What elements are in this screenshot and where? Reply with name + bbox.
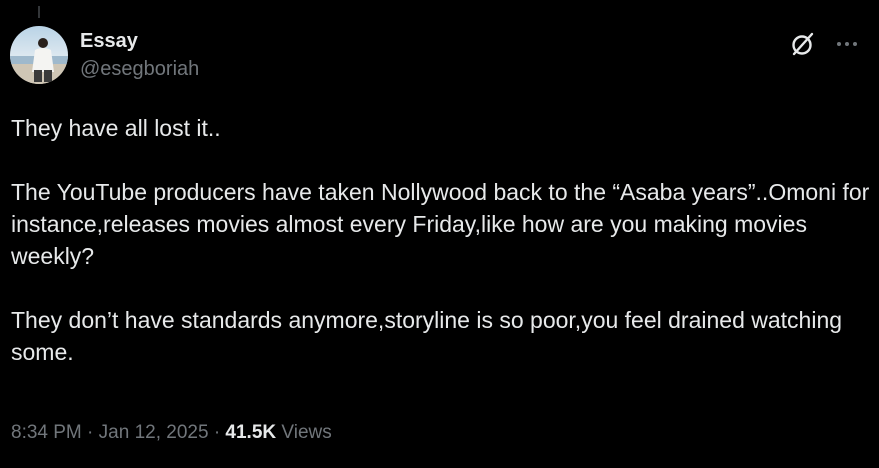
tweet-text: They have all lost it.. The YouTube prod…: [11, 112, 871, 368]
more-horizontal-icon[interactable]: [835, 32, 859, 56]
author-names: Essay @esegboriah: [80, 28, 199, 82]
views-label: Views: [281, 422, 332, 443]
tweet-meta: 8:34 PM · Jan 12, 2025 · 41.5K Views: [11, 420, 332, 446]
author-handle[interactable]: @esegboriah: [80, 56, 199, 82]
avatar[interactable]: [10, 26, 68, 84]
author-display-name[interactable]: Essay: [80, 28, 199, 54]
tweet-paragraph: The YouTube producers have taken Nollywo…: [11, 179, 870, 269]
meta-separator: ·: [87, 422, 94, 443]
tweet-paragraph: They don’t have standards anymore,storyl…: [11, 307, 843, 365]
tweet-date[interactable]: Jan 12, 2025: [99, 422, 209, 443]
meta-separator: ·: [213, 422, 221, 443]
thread-connector-line: [38, 6, 40, 18]
views-count[interactable]: 41.5K: [225, 422, 276, 443]
tweet-paragraph: They have all lost it..: [11, 115, 221, 141]
grok-icon[interactable]: [789, 30, 817, 58]
tweet-time[interactable]: 8:34 PM: [11, 422, 82, 443]
tweet-top-actions: [789, 30, 859, 58]
tweet-header: Essay @esegboriah: [10, 26, 199, 84]
